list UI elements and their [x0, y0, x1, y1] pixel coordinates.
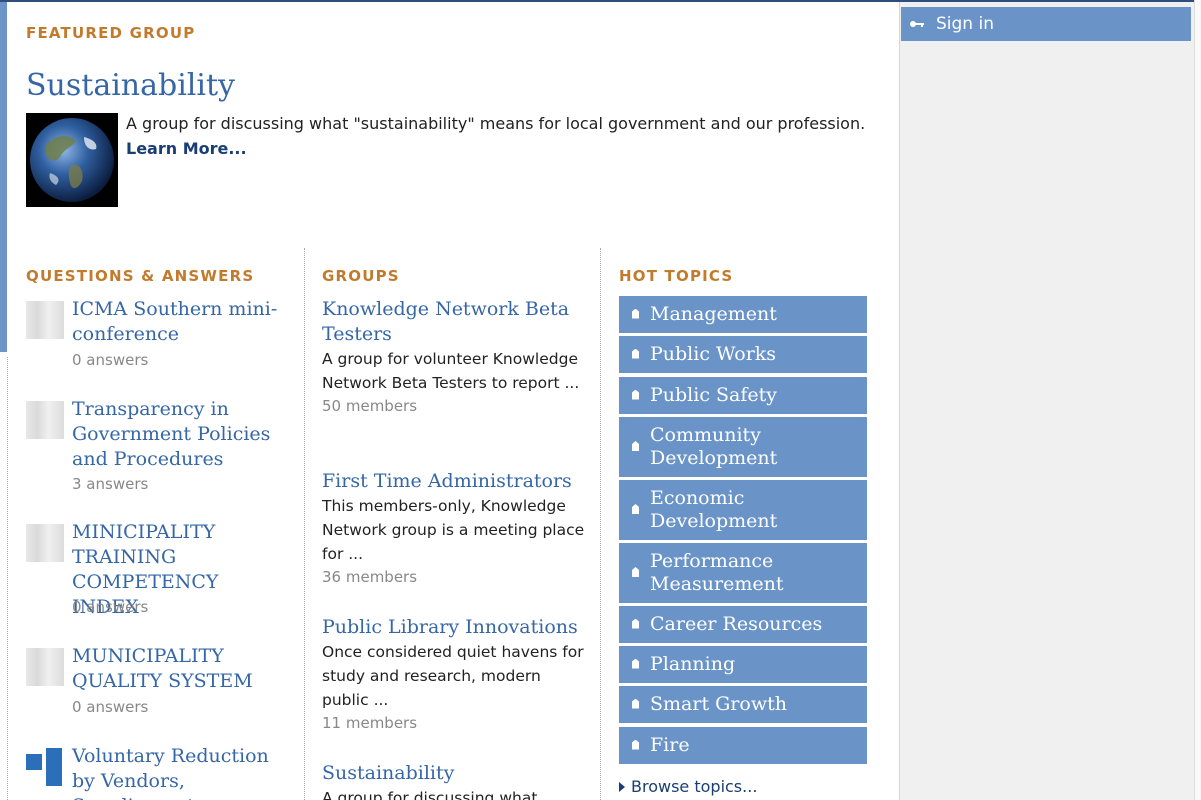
qa-label: QUESTIONS & ANSWERS	[26, 267, 255, 285]
key-icon	[909, 7, 925, 41]
tag-icon	[632, 698, 639, 709]
topic-management[interactable]: Management	[619, 296, 867, 333]
qa-question-link[interactable]: Transparency in Government Policies and …	[72, 397, 286, 472]
browse-topics-link[interactable]: Browse topics...	[619, 777, 757, 796]
tag-icon	[632, 618, 639, 629]
main-content: FEATURED GROUP Sustainability A group fo…	[7, 2, 899, 800]
group-title-link[interactable]: Sustainability	[322, 761, 587, 786]
learn-more-link[interactable]: Learn More...	[126, 137, 247, 161]
member-count: 11 members	[322, 714, 418, 732]
group-title-link[interactable]: First Time Administrators	[322, 469, 587, 494]
topic-smart-growth[interactable]: Smart Growth	[619, 686, 867, 723]
featured-group-label: FEATURED GROUP	[26, 24, 196, 42]
topic-label: Performance Measurement	[650, 550, 784, 595]
group-item: First Time Administrators This members-o…	[322, 469, 587, 588]
earth-image[interactable]	[26, 113, 118, 207]
column-divider	[600, 248, 601, 800]
featured-group-description: A group for discussing what "sustainabil…	[126, 114, 866, 133]
tag-icon	[632, 658, 639, 669]
topic-label: Management	[650, 303, 777, 325]
topic-label: Smart Growth	[650, 693, 787, 715]
sign-in-button[interactable]: Sign in	[901, 7, 1191, 41]
qa-question-link[interactable]: Voluntary Reduction by Vendors, Supplier…	[72, 744, 286, 800]
topic-label: Community Development	[650, 424, 778, 469]
qa-item: MINICIPALITY TRAINING COMPETENCY INDEX 0…	[26, 520, 286, 620]
scrollbar[interactable]	[1194, 0, 1201, 800]
column-divider	[304, 248, 305, 800]
featured-group-title[interactable]: Sustainability	[26, 68, 235, 103]
groups-label: GROUPS	[322, 267, 400, 285]
answer-count: 0 answers	[72, 351, 149, 369]
right-sidebar: Sign in	[899, 2, 1195, 800]
topic-public-safety[interactable]: Public Safety	[619, 377, 867, 414]
qa-item: MUNICIPALITY QUALITY SYSTEM 0 answers	[26, 644, 286, 724]
group-description: This members-only, Knowledge Network gro…	[322, 497, 585, 563]
group-item: Sustainability A group for discussing wh…	[322, 761, 587, 800]
qa-question-link[interactable]: MUNICIPALITY QUALITY SYSTEM	[72, 644, 286, 694]
hot-topics-label: HOT TOPICS	[619, 267, 734, 285]
topic-label: Public Works	[650, 343, 777, 365]
group-item: Knowledge Network Beta Testers A group f…	[322, 297, 587, 417]
topic-label: Career Resources	[650, 613, 823, 635]
tag-icon	[632, 389, 639, 400]
group-title-link[interactable]: Knowledge Network Beta Testers	[322, 297, 587, 347]
browse-topics-label: Browse topics...	[631, 777, 758, 796]
member-count: 36 members	[322, 568, 418, 586]
group-item: Public Library Innovations Once consider…	[322, 615, 587, 734]
topic-career-resources[interactable]: Career Resources	[619, 606, 867, 643]
topic-label: Planning	[650, 653, 736, 675]
tag-icon	[632, 504, 639, 514]
qa-question-link[interactable]: ICMA Southern mini-conference	[72, 297, 286, 347]
qa-item: Transparency in Government Policies and …	[26, 397, 286, 497]
tag-icon	[632, 739, 639, 750]
topic-label: Economic Development	[650, 487, 778, 532]
topic-community-development[interactable]: Community Development	[619, 417, 867, 477]
topic-fire[interactable]: Fire	[619, 727, 867, 764]
answer-count: 0 answers	[72, 598, 149, 616]
left-accent-bar	[0, 2, 7, 352]
triangle-right-icon	[619, 782, 625, 792]
tag-icon	[632, 567, 639, 577]
answer-count: 0 answers	[72, 698, 149, 716]
tag-icon	[632, 308, 639, 319]
group-description: A group for volunteer Knowledge Network …	[322, 350, 580, 392]
qa-item: ICMA Southern mini-conference 0 answers	[26, 297, 286, 377]
qa-item: Voluntary Reduction by Vendors, Supplier…	[26, 744, 286, 800]
topic-performance-measurement[interactable]: Performance Measurement	[619, 543, 867, 603]
user-avatar	[26, 401, 64, 439]
tag-icon	[632, 441, 639, 451]
topic-public-works[interactable]: Public Works	[619, 336, 867, 373]
group-title-link[interactable]: Public Library Innovations	[322, 615, 587, 640]
member-count: 50 members	[322, 397, 418, 415]
topic-label: Fire	[650, 734, 690, 756]
group-description: Once considered quiet havens for study a…	[322, 643, 584, 709]
left-dotted-divider	[7, 357, 8, 800]
topic-label: Public Safety	[650, 384, 778, 406]
user-avatar	[26, 748, 64, 786]
topic-economic-development[interactable]: Economic Development	[619, 480, 867, 540]
user-avatar	[26, 648, 64, 686]
topic-planning[interactable]: Planning	[619, 646, 867, 683]
answer-count: 3 answers	[72, 475, 149, 493]
sign-in-label: Sign in	[936, 14, 994, 34]
tag-icon	[632, 348, 639, 359]
group-description: A group for discussing what	[322, 789, 538, 800]
user-avatar	[26, 524, 64, 562]
user-avatar	[26, 301, 64, 339]
